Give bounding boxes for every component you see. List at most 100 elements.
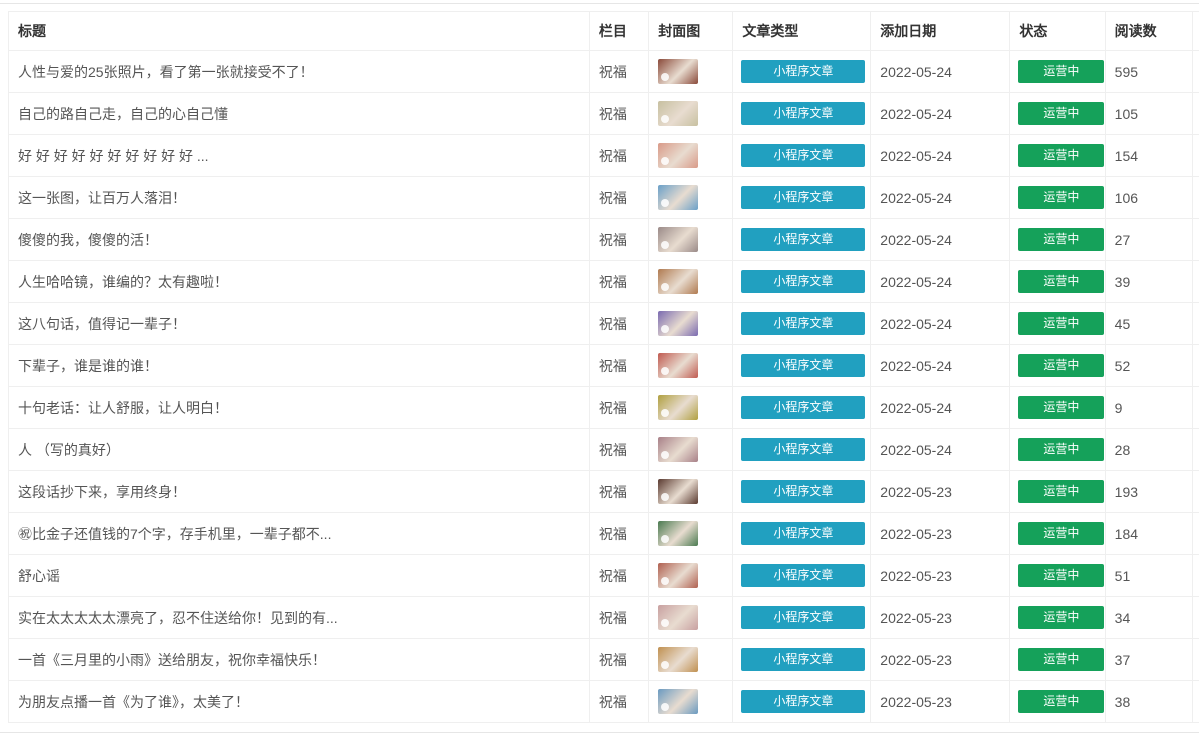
status-cell: 运营中 bbox=[1009, 554, 1106, 597]
status-badge[interactable]: 运营中 bbox=[1018, 480, 1105, 503]
cover-thumbnail[interactable] bbox=[658, 311, 699, 336]
cover-thumbnail[interactable] bbox=[658, 269, 699, 294]
table-row[interactable]: 人生哈哈镜，谁编的？太有趣啦！ 祝福 小程序文章 2022-05-24 运营中 … bbox=[8, 260, 1199, 303]
article-column: 祝福 bbox=[588, 680, 650, 723]
status-badge[interactable]: 运营中 bbox=[1018, 522, 1105, 545]
cover-thumbnail[interactable] bbox=[658, 521, 699, 546]
status-badge[interactable]: 运营中 bbox=[1018, 60, 1105, 83]
status-badge[interactable]: 运营中 bbox=[1018, 312, 1105, 335]
actions-cell bbox=[1192, 302, 1199, 345]
article-type-badge[interactable]: 小程序文章 bbox=[741, 60, 866, 83]
cover-thumbnail[interactable] bbox=[658, 479, 699, 504]
table-row[interactable]: 这一张图，让百万人落泪！ 祝福 小程序文章 2022-05-24 运营中 106 bbox=[8, 176, 1199, 219]
table-row[interactable]: 好 好 好 好 好 好 好 好 好 好 ... 祝福 小程序文章 2022-05… bbox=[8, 134, 1199, 177]
actions-cell bbox=[1192, 176, 1199, 219]
article-type-cell: 小程序文章 bbox=[732, 134, 872, 177]
article-type-badge[interactable]: 小程序文章 bbox=[741, 480, 866, 503]
article-column: 祝福 bbox=[588, 428, 650, 471]
status-badge[interactable]: 运营中 bbox=[1018, 648, 1105, 671]
cover-thumbnail[interactable] bbox=[658, 227, 699, 252]
table-row[interactable]: 这八句话，值得记一辈子！ 祝福 小程序文章 2022-05-24 运营中 45 bbox=[8, 302, 1199, 345]
cover-thumbnail[interactable] bbox=[658, 395, 699, 420]
article-reads: 39 bbox=[1104, 260, 1194, 303]
status-badge[interactable]: 运营中 bbox=[1018, 606, 1105, 629]
table-row[interactable]: 为朋友点播一首《为了谁》，太美了！ 祝福 小程序文章 2022-05-23 运营… bbox=[8, 680, 1199, 723]
table-row[interactable]: 自己的路自己走，自己的心自己懂 祝福 小程序文章 2022-05-24 运营中 … bbox=[8, 92, 1199, 135]
table-row[interactable]: 下辈子，谁是谁的谁！ 祝福 小程序文章 2022-05-24 运营中 52 bbox=[8, 344, 1199, 387]
table-row[interactable]: 人 （写的真好） 祝福 小程序文章 2022-05-24 运营中 28 bbox=[8, 428, 1199, 471]
table-row[interactable]: 舒心谣 祝福 小程序文章 2022-05-23 运营中 51 bbox=[8, 554, 1199, 597]
cover-thumbnail[interactable] bbox=[658, 605, 699, 630]
article-title: ㊗比金子还值钱的7个字，存手机里，一辈子都不... bbox=[8, 512, 590, 555]
cover-thumbnail[interactable] bbox=[658, 563, 699, 588]
table-row[interactable]: ㊗比金子还值钱的7个字，存手机里，一辈子都不... 祝福 小程序文章 2022-… bbox=[8, 512, 1199, 555]
table-row[interactable]: 人性与爱的25张照片，看了第一张就接受不了！ 祝福 小程序文章 2022-05-… bbox=[8, 50, 1199, 93]
article-type-badge[interactable]: 小程序文章 bbox=[741, 228, 866, 251]
status-badge[interactable]: 运营中 bbox=[1018, 102, 1105, 125]
status-badge[interactable]: 运营中 bbox=[1018, 438, 1105, 461]
header-status: 状态 bbox=[1009, 11, 1106, 51]
article-type-badge[interactable]: 小程序文章 bbox=[741, 564, 866, 587]
article-type-badge[interactable]: 小程序文章 bbox=[741, 186, 866, 209]
article-title: 实在太太太太太漂亮了，忍不住送给你！见到的有... bbox=[8, 596, 590, 639]
article-type-badge[interactable]: 小程序文章 bbox=[741, 312, 866, 335]
article-reads: 38 bbox=[1104, 680, 1194, 723]
article-type-cell: 小程序文章 bbox=[732, 176, 872, 219]
article-date: 2022-05-23 bbox=[870, 512, 1011, 555]
article-type-badge[interactable]: 小程序文章 bbox=[741, 648, 866, 671]
article-column: 祝福 bbox=[588, 470, 650, 513]
article-type-badge[interactable]: 小程序文章 bbox=[741, 690, 866, 713]
status-badge[interactable]: 运营中 bbox=[1018, 144, 1105, 167]
article-type-cell: 小程序文章 bbox=[732, 428, 872, 471]
table-row[interactable]: 傻傻的我，傻傻的活！ 祝福 小程序文章 2022-05-24 运营中 27 bbox=[8, 218, 1199, 261]
article-type-badge[interactable]: 小程序文章 bbox=[741, 354, 866, 377]
status-badge[interactable]: 运营中 bbox=[1018, 186, 1105, 209]
article-type-badge[interactable]: 小程序文章 bbox=[741, 102, 866, 125]
header-column: 栏目 bbox=[588, 11, 650, 51]
status-badge[interactable]: 运营中 bbox=[1018, 228, 1105, 251]
cover-thumbnail[interactable] bbox=[658, 353, 699, 378]
table-row[interactable]: 一首《三月里的小雨》送给朋友，祝你幸福快乐！ 祝福 小程序文章 2022-05-… bbox=[8, 638, 1199, 681]
article-title: 这一张图，让百万人落泪！ bbox=[8, 176, 590, 219]
article-type-badge[interactable]: 小程序文章 bbox=[741, 522, 866, 545]
article-type-badge[interactable]: 小程序文章 bbox=[741, 270, 866, 293]
article-table-container[interactable]: 标题 栏目 封面图 文章类型 添加日期 状态 阅读数 操 人性与爱的25张照片，… bbox=[8, 11, 1199, 723]
status-badge[interactable]: 运营中 bbox=[1018, 564, 1105, 587]
actions-cell bbox=[1192, 428, 1199, 471]
cover-thumbnail[interactable] bbox=[658, 59, 699, 84]
article-type-badge[interactable]: 小程序文章 bbox=[741, 144, 866, 167]
article-date: 2022-05-24 bbox=[870, 428, 1011, 471]
article-title: 为朋友点播一首《为了谁》，太美了！ bbox=[8, 680, 590, 723]
article-column: 祝福 bbox=[588, 344, 650, 387]
table-row[interactable]: 十句老话：让人舒服，让人明白！ 祝福 小程序文章 2022-05-24 运营中 … bbox=[8, 386, 1199, 429]
status-badge[interactable]: 运营中 bbox=[1018, 396, 1105, 419]
table-row[interactable]: 实在太太太太太漂亮了，忍不住送给你！见到的有... 祝福 小程序文章 2022-… bbox=[8, 596, 1199, 639]
article-date: 2022-05-23 bbox=[870, 554, 1011, 597]
status-badge[interactable]: 运营中 bbox=[1018, 354, 1105, 377]
play-icon bbox=[661, 115, 670, 123]
cover-thumbnail[interactable] bbox=[658, 437, 699, 462]
cover-thumbnail[interactable] bbox=[658, 101, 699, 126]
article-type-cell: 小程序文章 bbox=[732, 260, 872, 303]
article-type-badge[interactable]: 小程序文章 bbox=[741, 606, 866, 629]
actions-cell bbox=[1192, 554, 1199, 597]
header-article-type: 文章类型 bbox=[732, 11, 872, 51]
article-date: 2022-05-23 bbox=[870, 470, 1011, 513]
article-date: 2022-05-24 bbox=[870, 218, 1011, 261]
article-type-badge[interactable]: 小程序文章 bbox=[741, 438, 866, 461]
table-row[interactable]: 这段话抄下来，享用终身！ 祝福 小程序文章 2022-05-23 运营中 193 bbox=[8, 470, 1199, 513]
status-cell: 运营中 bbox=[1009, 638, 1106, 681]
status-badge[interactable]: 运营中 bbox=[1018, 690, 1105, 713]
article-type-cell: 小程序文章 bbox=[732, 302, 872, 345]
article-type-cell: 小程序文章 bbox=[732, 638, 872, 681]
cover-thumbnail[interactable] bbox=[658, 689, 699, 714]
cover-thumbnail[interactable] bbox=[658, 647, 699, 672]
actions-cell bbox=[1192, 92, 1199, 135]
cover-thumbnail[interactable] bbox=[658, 143, 699, 168]
cover-cell bbox=[648, 680, 734, 723]
play-icon bbox=[661, 367, 670, 375]
status-badge[interactable]: 运营中 bbox=[1018, 270, 1105, 293]
status-cell: 运营中 bbox=[1009, 428, 1106, 471]
cover-thumbnail[interactable] bbox=[658, 185, 699, 210]
article-type-badge[interactable]: 小程序文章 bbox=[741, 396, 866, 419]
